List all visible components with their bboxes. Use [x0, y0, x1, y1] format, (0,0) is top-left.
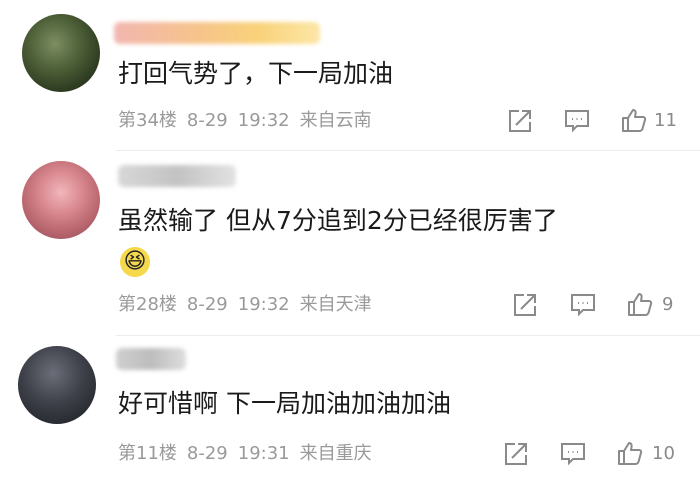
username-blurred[interactable] [114, 22, 320, 44]
comment-location: 来自云南 [299, 110, 372, 131]
comment-meta: 第11楼 8-29 19:31 来自重庆 [118, 443, 382, 465]
comment-text: 打回气势了，下一局加油 [118, 59, 394, 88]
comment-location: 来自天津 [299, 294, 372, 315]
like-button[interactable] [620, 106, 648, 134]
comment-icon [565, 110, 589, 133]
like-button[interactable] [616, 439, 644, 467]
comment-icon [561, 443, 585, 466]
comment-meta: 第34楼 8-29 19:32 来自云南 [118, 110, 382, 132]
floor-number: 第11楼 [118, 443, 177, 464]
comment-date: 8-29 [186, 443, 228, 464]
thumbs-up-icon [628, 293, 653, 316]
comment-item: 打回气势了，下一局加油 第34楼 8-29 19:32 来自云南 11 [0, 0, 700, 150]
comment-item: 好可惜啊 下一局加油加油加油 第11楼 8-29 19:31 来自重庆 10 [0, 336, 700, 482]
like-count: 11 [654, 110, 677, 131]
username-blurred[interactable] [118, 165, 236, 187]
share-icon [505, 443, 527, 465]
comment-time: 19:31 [237, 443, 290, 464]
comment-meta: 第28楼 8-29 19:32 来自天津 [118, 294, 382, 316]
comment-location: 来自重庆 [299, 443, 372, 464]
share-icon [514, 294, 536, 316]
comment-feed: 打回气势了，下一局加油 第34楼 8-29 19:32 来自云南 11 虽然输了… [0, 0, 700, 482]
like-button[interactable] [626, 290, 654, 318]
share-icon [509, 110, 531, 132]
share-button[interactable] [506, 107, 534, 135]
reply-button[interactable] [559, 440, 587, 468]
comment-date: 8-29 [186, 110, 228, 131]
username-blurred[interactable] [116, 348, 186, 370]
like-count: 10 [652, 443, 675, 464]
share-button[interactable] [511, 291, 539, 319]
comment-time: 19:32 [237, 294, 290, 315]
floor-number: 第34楼 [118, 110, 177, 131]
avatar[interactable] [22, 161, 100, 239]
comment-text: 好可惜啊 下一局加油加油加油 [118, 389, 451, 418]
comment-icon [571, 294, 595, 317]
reply-button[interactable] [563, 107, 591, 135]
avatar[interactable] [18, 346, 96, 424]
comment-time: 19:32 [237, 110, 290, 131]
avatar[interactable] [22, 14, 100, 92]
emoji-laugh: 😆 [120, 247, 150, 277]
comment-date: 8-29 [186, 294, 228, 315]
share-button[interactable] [502, 440, 530, 468]
thumbs-up-icon [622, 109, 647, 132]
like-count: 9 [662, 294, 674, 315]
floor-number: 第28楼 [118, 294, 177, 315]
comment-text: 虽然输了 但从7分追到2分已经很厉害了 [118, 206, 558, 235]
reply-button[interactable] [569, 291, 597, 319]
comment-item: 虽然输了 但从7分追到2分已经很厉害了 😆 第28楼 8-29 19:32 来自天津 [0, 151, 700, 335]
thumbs-up-icon [618, 442, 643, 465]
